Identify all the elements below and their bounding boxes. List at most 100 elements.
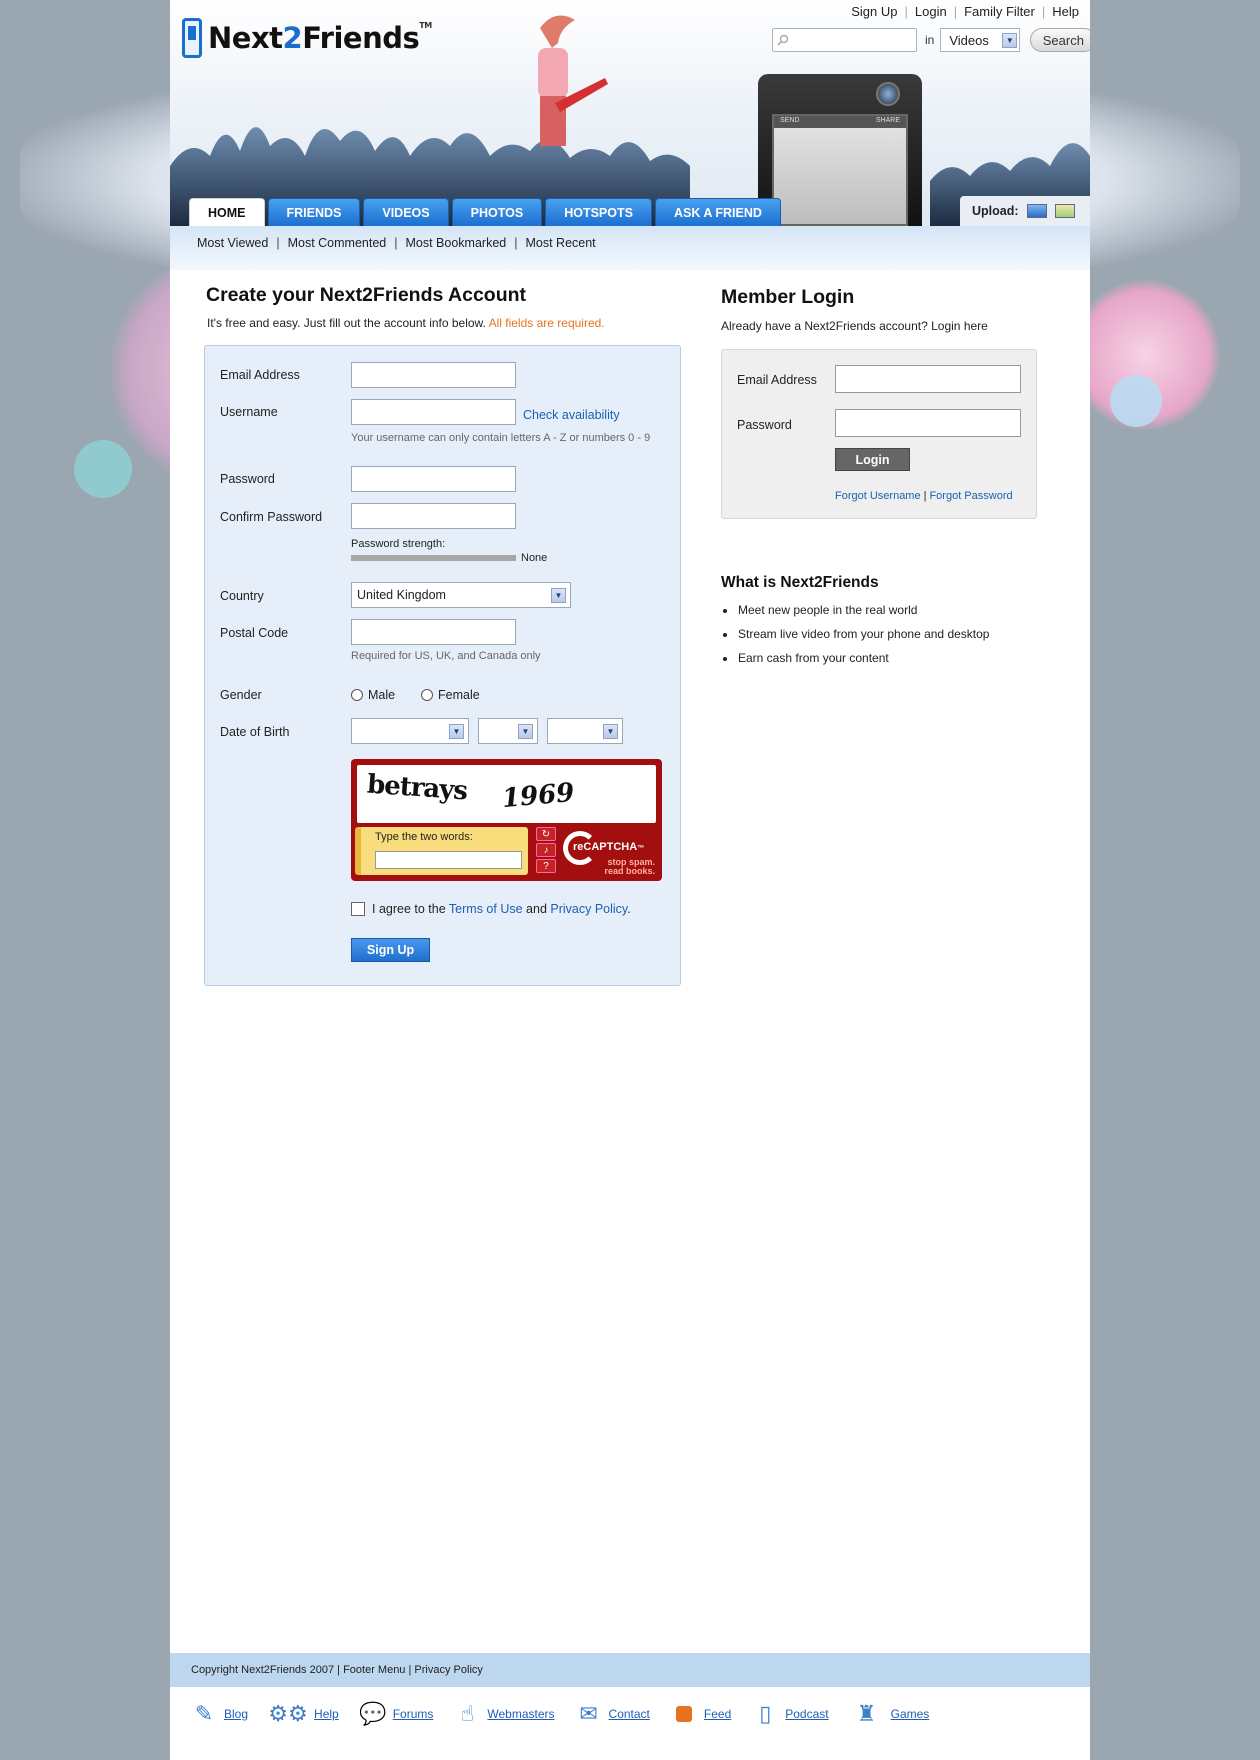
dob-day-select[interactable]: ▼	[351, 718, 469, 744]
separator: |	[394, 236, 398, 250]
help-icon[interactable]: ?	[536, 859, 556, 873]
list-item: Meet new people in the real world	[737, 603, 989, 617]
recaptcha-slogan-2: read books.	[604, 866, 655, 876]
site-header: Next2FriendsTM Sign Up | Login | Family Fi…	[170, 0, 1090, 226]
gender-male-radio[interactable]	[351, 689, 363, 701]
captcha-word-2: 1969	[500, 777, 576, 815]
forums-bubble-icon: 💬	[359, 1701, 387, 1726]
search-scope-select[interactable]: Videos ▼	[940, 28, 1021, 52]
camera-lens-icon	[876, 82, 900, 106]
search-button[interactable]: Search	[1030, 28, 1090, 52]
list-item: Stream live video from your phone and de…	[737, 627, 989, 641]
footer-link-webmasters[interactable]: ☝ Webmasters	[453, 1700, 555, 1728]
tab-photos[interactable]: PHOTOS	[451, 198, 543, 226]
search-in-label: in	[925, 33, 935, 47]
password-label: Password	[220, 472, 275, 486]
postal-code-field[interactable]	[351, 619, 516, 645]
chevron-down-icon: ▼	[1002, 32, 1018, 48]
guitarist-illustration	[538, 15, 608, 146]
privacy-policy-link[interactable]: Privacy Policy	[550, 902, 627, 916]
search-bar: in Videos ▼ Search	[772, 28, 1090, 52]
tab-ask-a-friend[interactable]: ASK A FRIEND	[654, 198, 781, 226]
about-list: Meet new people in the real world Stream…	[736, 603, 989, 675]
gender-female-option[interactable]: Female	[421, 688, 480, 702]
upload-label: Upload:	[972, 204, 1019, 218]
audio-icon[interactable]: ♪	[536, 843, 556, 857]
upload-area: Upload:	[960, 196, 1090, 226]
podcast-ipod-icon: ▯	[759, 1701, 772, 1726]
required-note: All fields are required.	[488, 316, 605, 330]
captcha-word-1: betrays	[366, 769, 468, 807]
sign-up-button[interactable]: Sign Up	[351, 938, 430, 962]
search-icon	[777, 34, 789, 46]
signup-title: Create your Next2Friends Account	[206, 284, 527, 306]
rss-feed-icon	[670, 1700, 698, 1728]
footer-privacy-link[interactable]: Privacy Policy	[414, 1664, 482, 1676]
subnav-most-recent[interactable]: Most Recent	[525, 236, 595, 250]
password-field[interactable]	[351, 466, 516, 492]
footer-link-podcast[interactable]: ▯ Podcast	[751, 1700, 828, 1728]
subnav-most-commented[interactable]: Most Commented	[288, 236, 387, 250]
main-nav: HOME FRIENDS VIDEOS PHOTOS HOTSPOTS ASK …	[189, 198, 784, 226]
footer-link-games[interactable]: ♜ Games	[849, 1700, 930, 1728]
login-title: Member Login	[721, 286, 855, 308]
captcha-controls: ↻ ♪ ?	[536, 827, 558, 875]
games-joystick-icon: ♜	[856, 1701, 877, 1726]
top-link-signup[interactable]: Sign Up	[844, 4, 904, 19]
gender-female-radio[interactable]	[421, 689, 433, 701]
login-password-field[interactable]	[835, 409, 1021, 437]
agree-terms-checkbox[interactable]	[351, 902, 365, 916]
copyright-text: Copyright Next2Friends 2007	[191, 1664, 335, 1676]
site-logo[interactable]: Next2FriendsTM	[182, 18, 432, 58]
top-link-login[interactable]: Login	[908, 4, 954, 19]
confirm-password-field[interactable]	[351, 503, 516, 529]
footer-link-contact[interactable]: ✉ Contact	[575, 1700, 650, 1728]
chevron-down-icon: ▼	[551, 587, 566, 603]
tab-friends[interactable]: FRIENDS	[267, 198, 361, 226]
country-label: Country	[220, 589, 264, 603]
gender-male-option[interactable]: Male	[351, 688, 395, 702]
tab-home[interactable]: HOME	[189, 198, 265, 226]
refresh-icon[interactable]: ↻	[536, 827, 556, 841]
search-input[interactable]	[772, 28, 917, 52]
signup-intro-text: It's free and easy. Just fill out the ac…	[207, 316, 486, 330]
postal-code-label: Postal Code	[220, 626, 289, 640]
username-field[interactable]	[351, 399, 516, 425]
captcha-input[interactable]	[375, 851, 522, 869]
login-email-field[interactable]	[835, 365, 1021, 393]
top-links: Sign Up | Login | Family Filter | Help	[844, 4, 1086, 19]
webmasters-cursor-icon: ☝	[460, 1701, 475, 1726]
tab-videos[interactable]: VIDEOS	[363, 198, 449, 226]
footer-link-forums[interactable]: 💬 Forums	[359, 1700, 433, 1728]
check-availability-link[interactable]: Check availability	[523, 408, 620, 422]
recaptcha-widget: betrays 1969 Type the two words: ↻ ♪ ? r…	[351, 759, 662, 881]
chevron-down-icon: ▼	[449, 723, 464, 739]
forgot-username-link[interactable]: Forgot Username	[835, 490, 921, 502]
footer-link-feed[interactable]: Feed	[670, 1700, 731, 1728]
country-select[interactable]: United Kingdom ▼	[351, 582, 571, 608]
upload-photo-icon[interactable]	[1054, 204, 1075, 218]
tab-hotspots[interactable]: HOTSPOTS	[545, 198, 652, 226]
upload-video-icon[interactable]	[1026, 204, 1047, 218]
top-link-help[interactable]: Help	[1045, 4, 1086, 19]
forgot-password-link[interactable]: Forgot Password	[929, 490, 1012, 502]
footer-link-blog[interactable]: ✎ Blog	[190, 1700, 248, 1728]
separator: |	[514, 236, 518, 250]
phone-send-label: SEND	[780, 117, 800, 124]
dob-year-select[interactable]: ▼	[547, 718, 623, 744]
email-field[interactable]	[351, 362, 516, 388]
subnav-most-bookmarked[interactable]: Most Bookmarked	[406, 236, 507, 250]
main-content: Most Viewed | Most Commented | Most Bookma…	[170, 226, 1090, 1760]
footer-link-help[interactable]: ⚙⚙ Help	[268, 1700, 338, 1728]
top-link-family-filter[interactable]: Family Filter	[957, 4, 1042, 19]
footer-menu-link[interactable]: Footer Menu	[343, 1664, 405, 1676]
contact-envelope-icon: ✉	[579, 1701, 598, 1726]
login-button[interactable]: Login	[835, 448, 910, 471]
captcha-image: betrays 1969	[357, 765, 656, 823]
gender-label: Gender	[220, 688, 262, 702]
chevron-down-icon: ▼	[518, 723, 533, 739]
terms-of-use-link[interactable]: Terms of Use	[449, 902, 523, 916]
password-strength-label: Password strength:	[351, 538, 446, 550]
subnav-most-viewed[interactable]: Most Viewed	[197, 236, 268, 250]
dob-month-select[interactable]: ▼	[478, 718, 538, 744]
